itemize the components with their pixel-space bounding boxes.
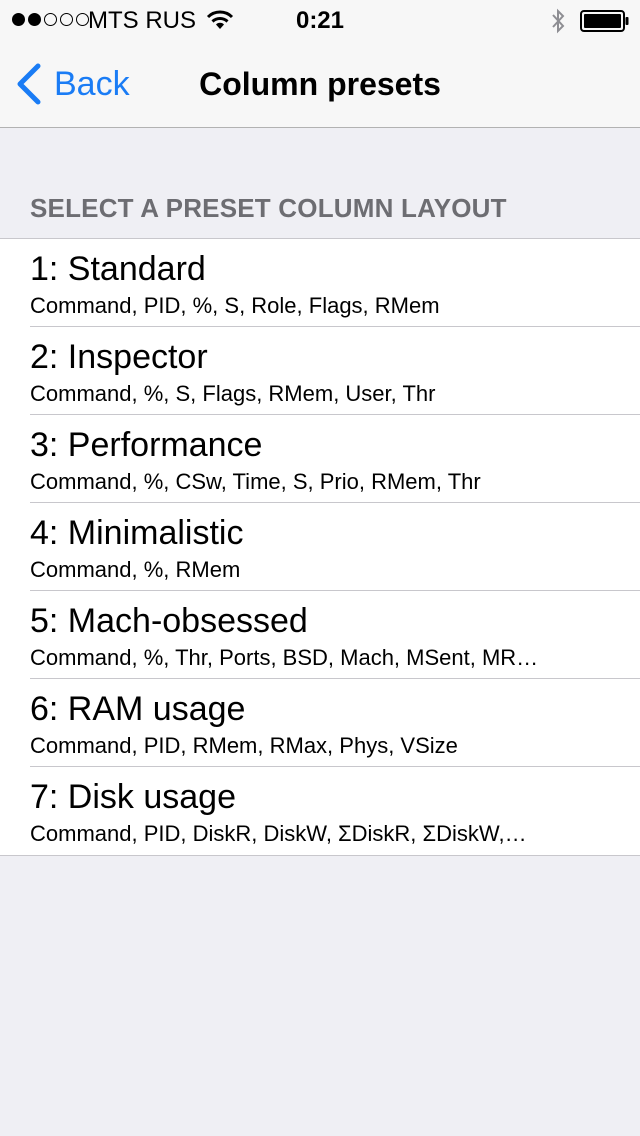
battery-icon (580, 10, 629, 32)
preset-columns: Command, %, RMem (30, 557, 241, 582)
preset-columns: Command, %, CSw, Time, S, Prio, RMem, Th… (30, 469, 481, 494)
page-title: Column presets (199, 66, 441, 102)
section-header: SELECT A PRESET COLUMN LAYOUT (30, 193, 507, 223)
preset-row-minimalistic[interactable]: 4: Minimalistic Command, %, RMem (0, 503, 640, 591)
status-time: 0:21 (295, 7, 345, 34)
preset-columns: Command, %, Thr, Ports, BSD, Mach, MSent… (30, 645, 539, 670)
preset-row-ram-usage[interactable]: 6: RAM usage Command, PID, RMem, RMax, P… (0, 679, 640, 767)
status-bar: MTS RUS 0:21 (0, 0, 640, 40)
preset-row-inspector[interactable]: 2: Inspector Command, %, S, Flags, RMem,… (0, 327, 640, 415)
preset-title: 2: Inspector (30, 338, 208, 376)
preset-row-standard[interactable]: 1: Standard Command, PID, %, S, Role, Fl… (0, 239, 640, 327)
preset-title: 6: RAM usage (30, 690, 246, 728)
preset-columns: Command, PID, RMem, RMax, Phys, VSize (30, 733, 458, 758)
preset-row-mach-obsessed[interactable]: 5: Mach-obsessed Command, %, Thr, Ports,… (0, 591, 640, 679)
bluetooth-icon (552, 8, 565, 34)
preset-row-performance[interactable]: 3: Performance Command, %, CSw, Time, S,… (0, 415, 640, 503)
preset-columns: Command, PID, %, S, Role, Flags, RMem (30, 293, 440, 318)
preset-title: 7: Disk usage (30, 778, 236, 816)
preset-title: 3: Performance (30, 426, 263, 464)
top-bar: MTS RUS 0:21 Back Column presets (0, 0, 640, 128)
preset-title: 4: Minimalistic (30, 514, 244, 552)
preset-list: 1: Standard Command, PID, %, S, Role, Fl… (0, 238, 640, 856)
preset-title: 5: Mach-obsessed (30, 602, 308, 640)
preset-columns: Command, %, S, Flags, RMem, User, Thr (30, 381, 436, 406)
preset-title: 1: Standard (30, 250, 206, 288)
preset-columns: Command, PID, DiskR, DiskW, ΣDiskR, ΣDis… (30, 821, 527, 846)
preset-row-disk-usage[interactable]: 7: Disk usage Command, PID, DiskR, DiskW… (0, 767, 640, 855)
